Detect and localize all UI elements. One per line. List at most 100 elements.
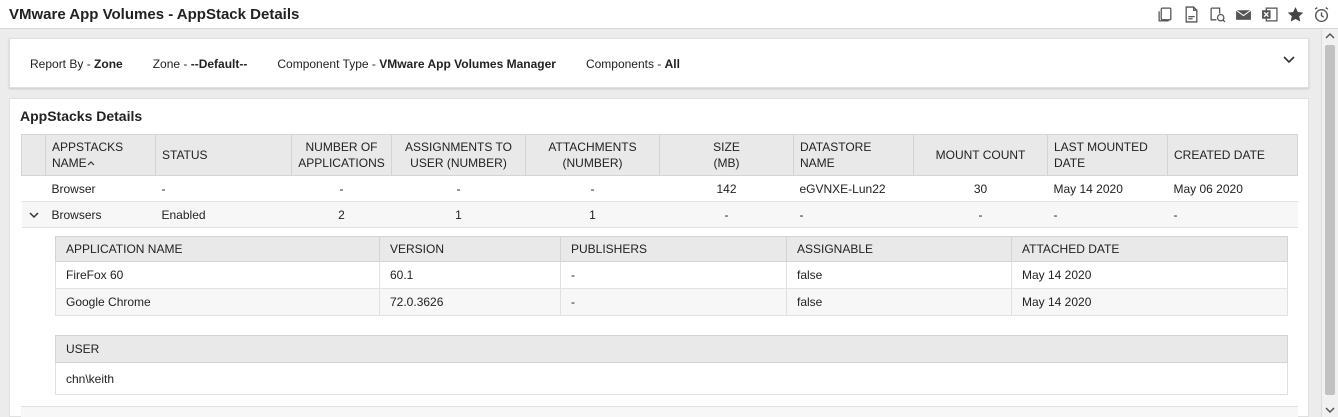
header-label: NAME xyxy=(52,156,87,170)
cell-assignable: false xyxy=(786,261,1012,289)
cell-number-of-applications: 2 xyxy=(291,201,392,228)
filter-value: All xyxy=(664,57,680,71)
section-title: AppStacks Details xyxy=(20,108,143,124)
page-title: VMware App Volumes - AppStack Details xyxy=(9,6,300,23)
column-header-mount-count[interactable]: MOUNT COUNT xyxy=(913,134,1048,176)
filter-label: Component Type - xyxy=(277,57,380,71)
filter-label: Report By - xyxy=(30,57,95,71)
header-label: NUMBER OF xyxy=(305,140,378,154)
table-bottom-edge xyxy=(21,406,1298,417)
scroll-thumb[interactable] xyxy=(1325,45,1335,395)
alarm-clock-icon[interactable] xyxy=(1312,4,1330,24)
cell-appstacks-name: Browser xyxy=(45,175,156,202)
header-label: NAME xyxy=(800,156,835,170)
user-subtable: USER chn\keith xyxy=(55,335,1288,395)
column-header-attached-date[interactable]: ATTACHED DATE xyxy=(1011,236,1288,262)
filter-components: Components - All xyxy=(586,57,680,71)
column-header-publishers[interactable]: PUBLISHERS xyxy=(560,236,787,262)
column-header-status[interactable]: STATUS xyxy=(155,134,292,176)
cell-size: - xyxy=(659,201,794,228)
header-label: (MB) xyxy=(713,156,740,170)
cell-last-mounted-date: May 14 2020 xyxy=(1047,175,1168,202)
appstacks-details-panel: AppStacks Details APPSTACKS NAME STATUS N… xyxy=(9,98,1309,417)
cell-status: - xyxy=(155,175,292,202)
filter-report-by: Report By - Zone xyxy=(30,57,123,71)
cell-datastore-name: eGVNXE-Lun22 xyxy=(793,175,914,202)
column-header-user[interactable]: USER xyxy=(55,335,1288,363)
vertical-scrollbar[interactable] xyxy=(1321,29,1338,417)
subtable-header-row: USER xyxy=(55,335,1288,363)
table-row[interactable]: chn\keith xyxy=(55,362,1288,395)
column-header-assignments[interactable]: ASSIGNMENTS TO USER (NUMBER) xyxy=(391,134,526,176)
column-header-size[interactable]: SIZE (MB) xyxy=(659,134,794,176)
cell-publishers: - xyxy=(560,261,787,289)
filter-value: VMware App Volumes Manager xyxy=(379,57,556,71)
cell-created-date: May 06 2020 xyxy=(1167,175,1298,202)
star-icon[interactable] xyxy=(1286,4,1304,24)
filter-label: Zone - xyxy=(152,57,191,71)
cell-size: 142 xyxy=(659,175,794,202)
header-label: USER (NUMBER) xyxy=(410,156,507,170)
header-label: LAST MOUNTED xyxy=(1054,140,1148,154)
cell-publishers: - xyxy=(560,288,787,316)
column-header-last-mounted-date[interactable]: LAST MOUNTED DATE xyxy=(1047,134,1168,176)
chevron-down-icon[interactable] xyxy=(28,211,39,219)
title-bar: VMware App Volumes - AppStack Details xyxy=(0,0,1338,29)
column-header-number-of-applications[interactable]: NUMBER OF APPLICATIONS xyxy=(291,134,392,176)
appstacks-table: APPSTACKS NAME STATUS NUMBER OF APPLICATIO… xyxy=(21,134,1298,228)
cell-last-mounted-date: - xyxy=(1047,201,1168,228)
print-preview-icon[interactable] xyxy=(1208,4,1226,24)
cell-mount-count: - xyxy=(913,201,1048,228)
copy-icon[interactable] xyxy=(1156,4,1174,24)
scroll-down-arrow-icon[interactable] xyxy=(1325,406,1335,414)
header-label: DATASTORE xyxy=(800,140,872,154)
cell-mount-count: 30 xyxy=(913,175,1048,202)
excel-icon[interactable] xyxy=(1260,4,1278,24)
cell-status: Enabled xyxy=(155,201,292,228)
cell-application-name: FireFox 60 xyxy=(55,261,380,289)
expand-cell[interactable] xyxy=(21,201,46,228)
header-label: (NUMBER) xyxy=(562,156,623,170)
cell-version: 72.0.3626 xyxy=(379,288,561,316)
cell-assignable: false xyxy=(786,288,1012,316)
filter-component-type: Component Type - VMware App Volumes Mana… xyxy=(277,57,556,71)
cell-created-date: - xyxy=(1167,201,1298,228)
chevron-down-icon[interactable] xyxy=(1282,53,1296,67)
header-label: DATE xyxy=(1054,156,1086,170)
cell-number-of-applications: - xyxy=(291,175,392,202)
column-header-appstacks-name[interactable]: APPSTACKS NAME xyxy=(45,134,156,176)
mail-icon[interactable] xyxy=(1234,4,1252,24)
filter-zone: Zone - --Default-- xyxy=(153,57,248,71)
cell-datastore-name: - xyxy=(793,201,914,228)
header-label: APPSTACKS xyxy=(52,140,124,154)
scroll-up-arrow-icon[interactable] xyxy=(1325,32,1335,40)
toolbar xyxy=(1156,4,1330,24)
table-row[interactable]: Browser - - - - 142 eGVNXE-Lun22 30 May … xyxy=(21,175,1298,202)
header-label: SIZE xyxy=(713,140,740,154)
column-header-created-date[interactable]: CREATED DATE xyxy=(1167,134,1298,176)
cell-assignments: - xyxy=(391,175,526,202)
subtable-header-row: APPLICATION NAME VERSION PUBLISHERS ASSI… xyxy=(55,236,1288,262)
column-header-datastore-name[interactable]: DATASTORE NAME xyxy=(793,134,914,176)
column-header-assignable[interactable]: ASSIGNABLE xyxy=(786,236,1012,262)
filter-panel: Report By - Zone Zone - --Default-- Comp… xyxy=(9,38,1309,88)
filter-value: --Default-- xyxy=(190,57,248,71)
header-label: ATTACHMENTS xyxy=(548,140,637,154)
expand-cell xyxy=(21,175,46,202)
cell-application-name: Google Chrome xyxy=(55,288,380,316)
cell-version: 60.1 xyxy=(379,261,561,289)
cell-user: chn\keith xyxy=(55,362,1288,395)
pdf-icon[interactable] xyxy=(1182,4,1200,24)
cell-assignments: 1 xyxy=(391,201,526,228)
column-header-application-name[interactable]: APPLICATION NAME xyxy=(55,236,380,262)
table-row[interactable]: Google Chrome 72.0.3626 - false May 14 2… xyxy=(55,288,1288,316)
column-header-attachments[interactable]: ATTACHMENTS (NUMBER) xyxy=(525,134,660,176)
column-header-version[interactable]: VERSION xyxy=(379,236,561,262)
sort-ascending-icon[interactable] xyxy=(87,160,95,168)
cell-appstacks-name: Browsers xyxy=(45,201,156,228)
cell-attachments: 1 xyxy=(525,201,660,228)
applications-subtable: APPLICATION NAME VERSION PUBLISHERS ASSI… xyxy=(55,236,1288,316)
filter-value: Zone xyxy=(94,57,123,71)
table-row[interactable]: FireFox 60 60.1 - false May 14 2020 xyxy=(55,261,1288,289)
table-row[interactable]: Browsers Enabled 2 1 1 - - - - - xyxy=(21,201,1298,228)
